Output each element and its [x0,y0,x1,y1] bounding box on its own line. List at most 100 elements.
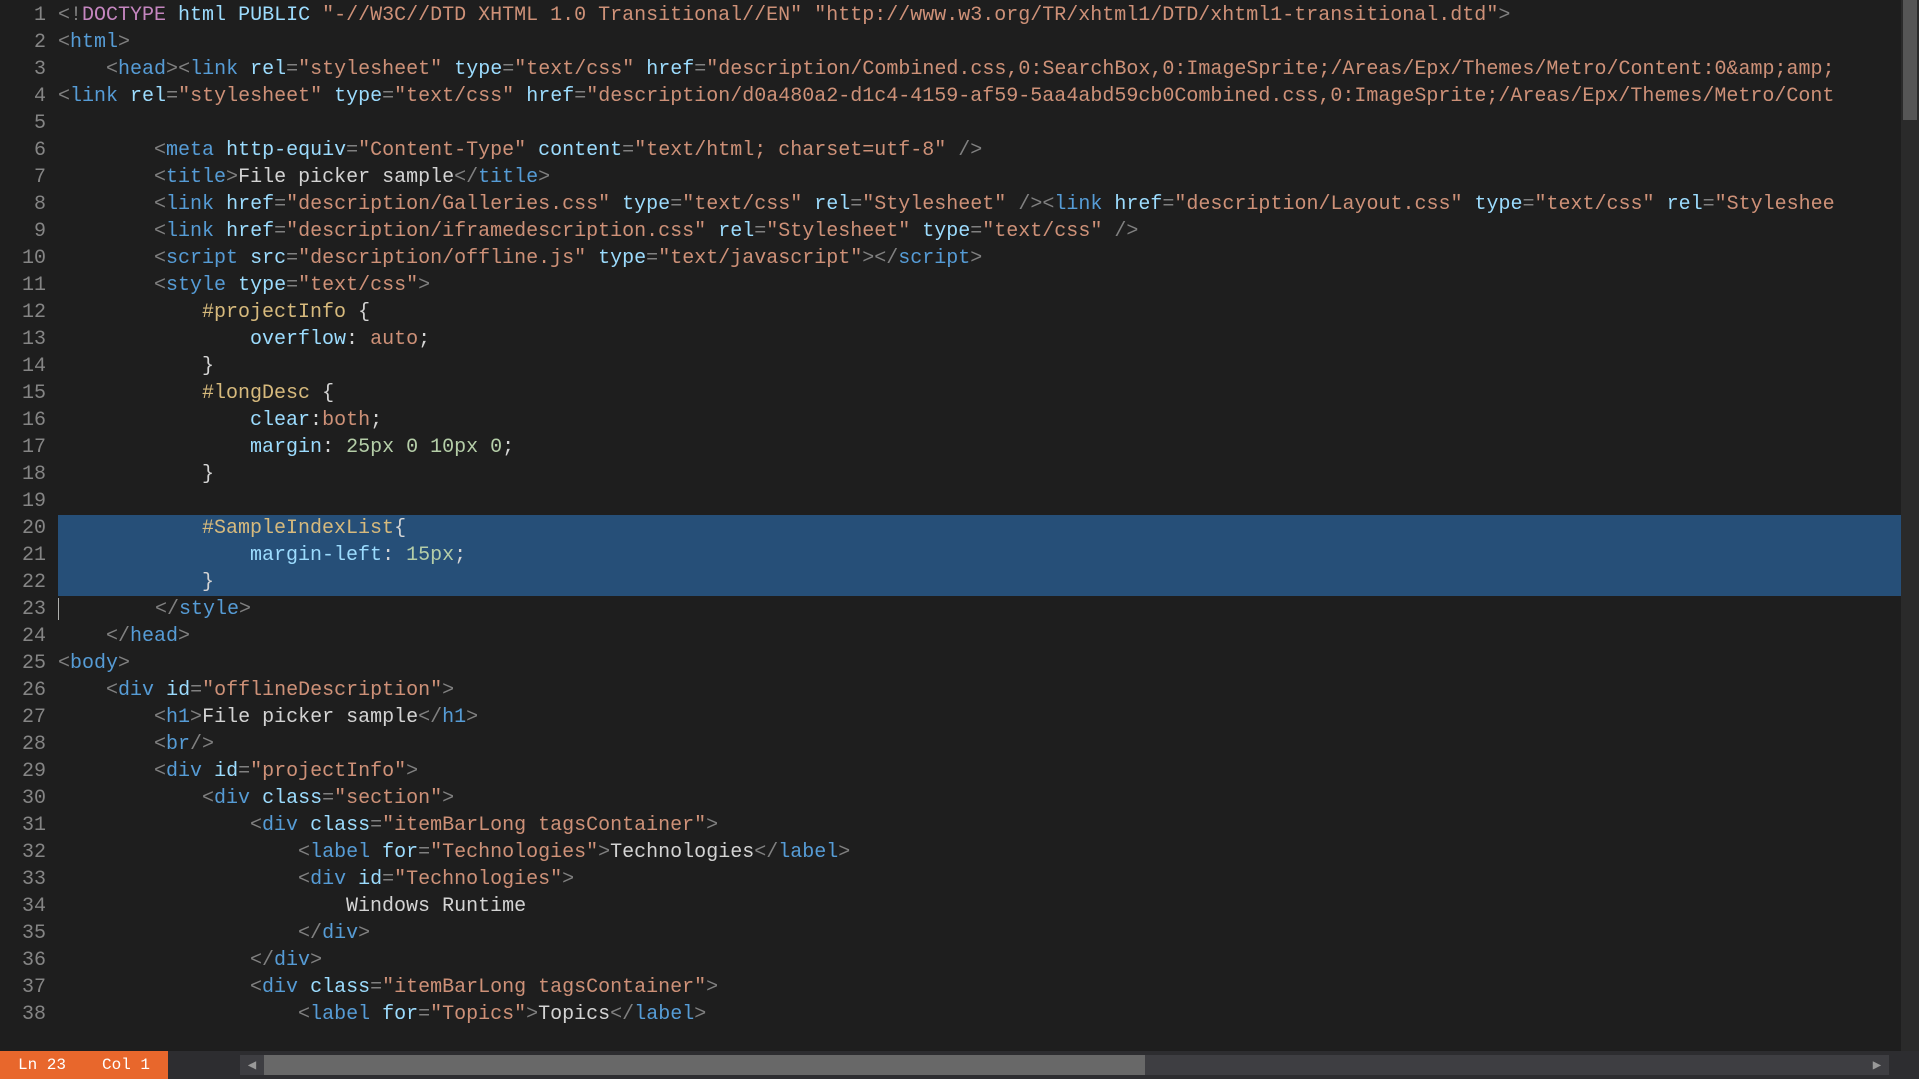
line-number: 25 [0,650,46,677]
code-line[interactable]: <link href="description/Galleries.css" t… [58,191,1919,218]
vertical-scroll-thumb[interactable] [1903,0,1917,120]
code-line[interactable]: <script src="description/offline.js" typ… [58,245,1919,272]
code-token: = [274,193,286,216]
code-line[interactable]: <link rel="stylesheet" type="text/css" h… [58,83,1919,110]
code-token: : [322,436,346,459]
code-token: "-//W3C//DTD XHTML 1.0 Transitional//EN" [322,4,802,27]
code-token: < [106,58,118,81]
horizontal-scroll-thumb[interactable] [264,1055,1145,1075]
code-token [202,760,214,783]
line-number: 5 [0,110,46,137]
code-token [58,949,250,972]
code-line[interactable]: <body> [58,650,1919,677]
code-token: < [154,760,166,783]
code-token: > [118,31,130,54]
code-token: html [70,31,118,54]
code-line[interactable]: <div id="projectInfo"> [58,758,1919,785]
code-token: "text/css" [298,274,418,297]
code-line[interactable]: <div class="itemBarLong tagsContainer"> [58,812,1919,839]
code-line[interactable]: } [58,461,1919,488]
code-line[interactable]: <link href="description/iframedescriptio… [58,218,1919,245]
code-line[interactable]: <html> [58,29,1919,56]
code-line[interactable]: </style> [58,596,1919,623]
code-line[interactable]: <head><link rel="stylesheet" type="text/… [58,56,1919,83]
code-line[interactable]: #projectInfo { [58,299,1919,326]
code-token: label [310,1003,370,1026]
code-line[interactable]: margin-left: 15px; [58,542,1919,569]
status-line-indicator[interactable]: Ln 23 [0,1051,84,1079]
code-token [346,868,358,891]
code-line[interactable]: <style type="text/css"> [58,272,1919,299]
code-line[interactable]: <label for="Topics">Topics</label> [58,1001,1919,1028]
code-token: "text/javascript" [658,247,862,270]
line-number: 35 [0,920,46,947]
code-line[interactable]: <h1>File picker sample</h1> [58,704,1919,731]
status-col-indicator[interactable]: Col 1 [84,1051,168,1079]
code-token: "section" [334,787,442,810]
horizontal-scroll-track[interactable] [264,1055,1865,1075]
horizontal-scrollbar[interactable]: ◀ ▶ [240,1055,1889,1075]
scroll-left-icon[interactable]: ◀ [240,1057,264,1074]
line-number: 11 [0,272,46,299]
status-bar: Ln 23 Col 1 ◀ ▶ [0,1051,1919,1079]
code-token: href [526,85,574,108]
code-editor[interactable]: 1234567891011121314151617181920212223242… [0,0,1919,1051]
code-token: "text/html; charset=utf-8" [634,139,946,162]
code-line[interactable]: </div> [58,920,1919,947]
code-line[interactable]: <div class="section"> [58,785,1919,812]
code-line[interactable]: </div> [58,947,1919,974]
code-line[interactable] [58,110,1919,137]
code-token: : [382,544,406,567]
code-token: File picker sample [202,706,418,729]
code-token [58,436,250,459]
code-line[interactable]: clear:both; [58,407,1919,434]
code-token: http-equiv [226,139,346,162]
code-line[interactable]: <div id="offlineDescription"> [58,677,1919,704]
code-line[interactable]: #SampleIndexList{ [58,515,1919,542]
code-token: > [466,706,478,729]
code-token [322,85,334,108]
code-line[interactable]: <label for="Technologies">Technologies</… [58,839,1919,866]
code-line[interactable]: <br/> [58,731,1919,758]
code-token: Windows Runtime [58,895,526,918]
vertical-scrollbar[interactable] [1901,0,1919,1051]
code-token: br [166,733,190,756]
code-line[interactable]: <!DOCTYPE html PUBLIC "-//W3C//DTD XHTML… [58,2,1919,29]
code-line[interactable]: overflow: auto; [58,326,1919,353]
code-token: ; [418,328,430,351]
code-line[interactable]: <div class="itemBarLong tagsContainer"> [58,974,1919,1001]
code-token [59,598,155,621]
code-token [586,247,598,270]
code-line[interactable]: <meta http-equiv="Content-Type" content=… [58,137,1919,164]
code-line[interactable] [58,488,1919,515]
code-token: ; [502,436,514,459]
code-line[interactable]: <div id="Technologies"> [58,866,1919,893]
code-area[interactable]: 1234567891011121314151617181920212223242… [0,0,1919,1051]
code-token: "Technologies" [394,868,562,891]
line-number: 36 [0,947,46,974]
code-token [370,841,382,864]
code-token: = [970,220,982,243]
code-token: > [526,1003,538,1026]
code-token: label [634,1003,694,1026]
code-line[interactable]: } [58,353,1919,380]
code-line[interactable]: margin: 25px 0 10px 0; [58,434,1919,461]
code-token: link [1054,193,1102,216]
code-lines[interactable]: <!DOCTYPE html PUBLIC "-//W3C//DTD XHTML… [58,0,1919,1051]
code-token: = [670,193,682,216]
code-token: = [286,247,298,270]
code-token: > [166,58,178,81]
code-line[interactable]: } [58,569,1919,596]
code-line[interactable]: </head> [58,623,1919,650]
code-token [238,58,250,81]
code-line[interactable]: <title>File picker sample</title> [58,164,1919,191]
code-token: "stylesheet" [178,85,322,108]
line-number: 22 [0,569,46,596]
scroll-right-icon[interactable]: ▶ [1865,1057,1889,1074]
line-number-gutter: 1234567891011121314151617181920212223242… [0,0,58,1051]
code-line[interactable]: Windows Runtime [58,893,1919,920]
code-token: class [310,976,370,999]
code-line[interactable]: #longDesc { [58,380,1919,407]
line-number: 15 [0,380,46,407]
code-token: link [190,58,238,81]
